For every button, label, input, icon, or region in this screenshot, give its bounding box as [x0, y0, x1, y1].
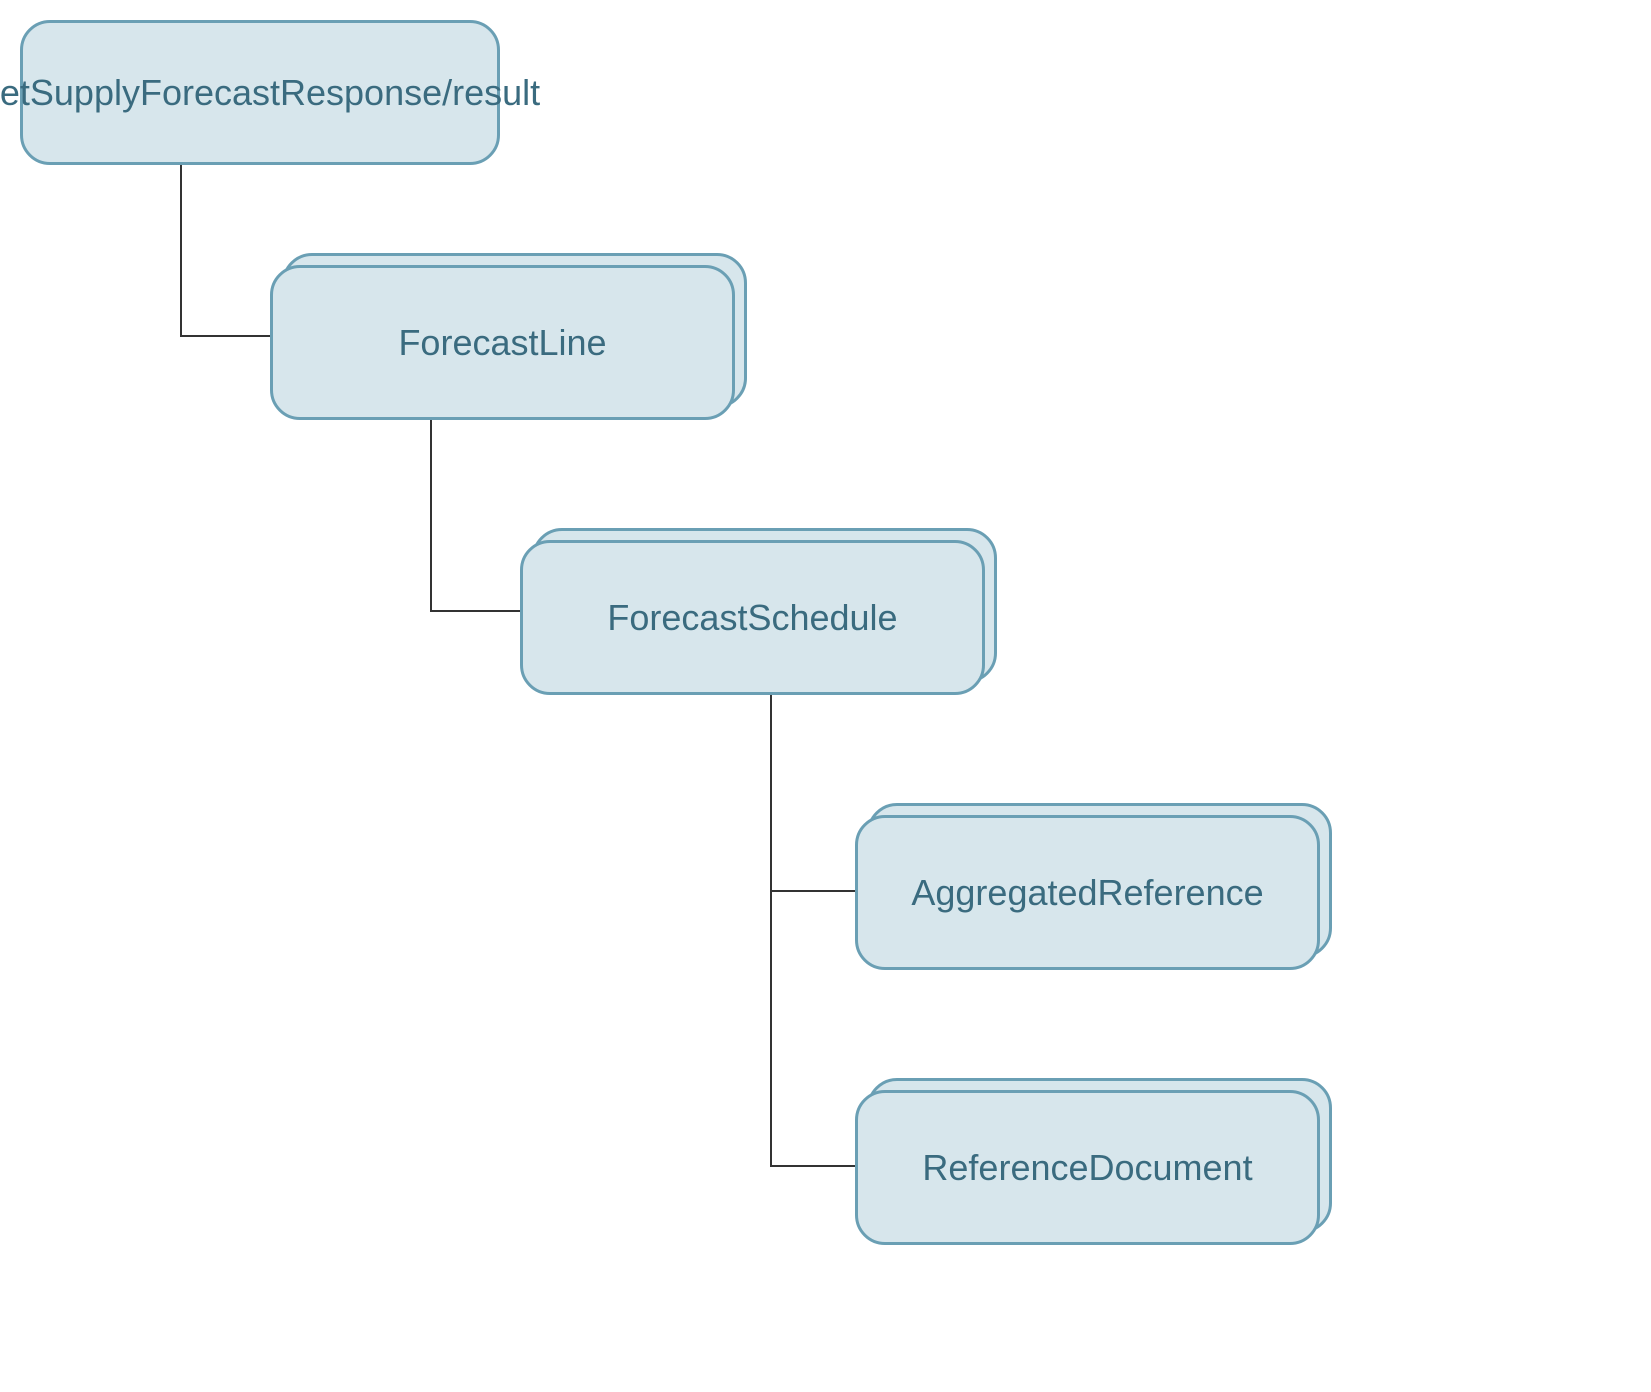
node-level1-label: ForecastLine — [398, 322, 606, 364]
node-level2: ForecastSchedule — [520, 540, 985, 695]
node-level3b: ReferenceDocument — [855, 1090, 1320, 1245]
node-root-label: getSupplyForecastResponse/result — [0, 72, 540, 114]
node-level2-label: ForecastSchedule — [607, 597, 897, 639]
connector-level1-to-level2-v — [430, 420, 432, 610]
connector-root-to-level1-v — [180, 165, 182, 335]
node-level3a-label: AggregatedReference — [911, 872, 1263, 914]
connector-level2-to-level3a-v — [770, 695, 772, 890]
connector-level2-to-level3a-h — [770, 890, 855, 892]
connector-level2-to-level3b-v — [770, 890, 772, 1165]
node-level3b-label: ReferenceDocument — [922, 1147, 1252, 1189]
node-level1: ForecastLine — [270, 265, 735, 420]
node-root: getSupplyForecastResponse/result — [20, 20, 500, 165]
node-level3a: AggregatedReference — [855, 815, 1320, 970]
connector-level2-to-level3b-h — [770, 1165, 855, 1167]
connector-root-to-level1-h — [180, 335, 270, 337]
connector-level1-to-level2-h — [430, 610, 520, 612]
